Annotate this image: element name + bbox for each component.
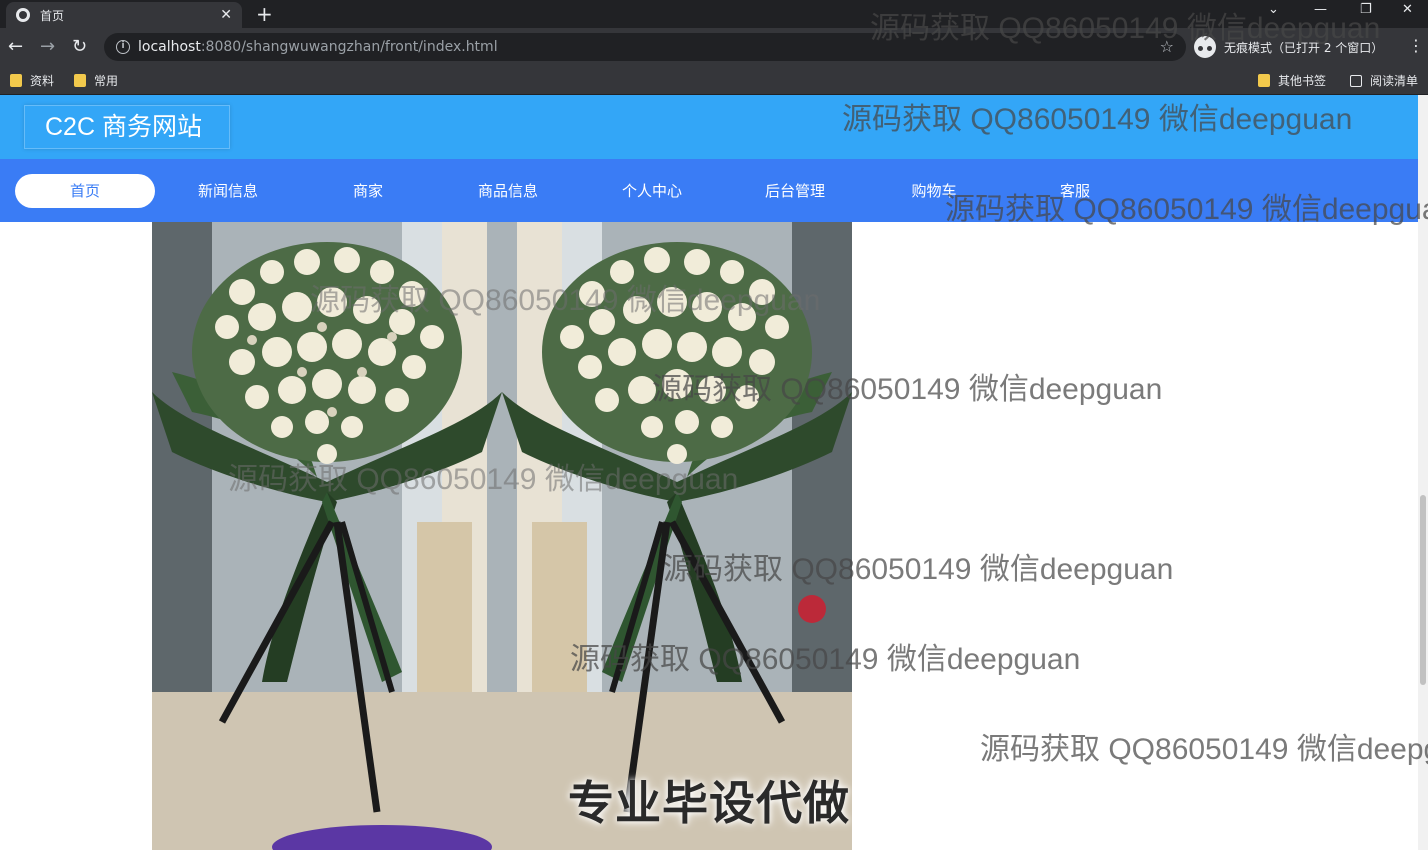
nav-products[interactable]: 商品信息 <box>438 174 578 208</box>
watermark-text: 源码获取 QQ86050149 微信deepguan <box>570 643 1081 676</box>
browser-menu-icon[interactable]: ⋮ <box>1408 36 1424 55</box>
close-window-button[interactable]: ✕ <box>1402 2 1413 17</box>
new-tab-button[interactable]: + <box>256 2 273 26</box>
globe-icon <box>16 8 30 22</box>
watermark-text: 源码获取 QQ86050149 微信deepguan <box>870 12 1381 45</box>
folder-icon <box>10 74 22 87</box>
nav-profile[interactable]: 个人中心 <box>582 174 722 208</box>
watermark-text: 源码获取 QQ86050149 微信deepguan <box>980 733 1428 766</box>
banner-caption: 专业毕设代做 <box>568 776 850 830</box>
close-tab-icon[interactable]: ✕ <box>220 7 232 23</box>
nav-home[interactable]: 首页 <box>15 174 155 208</box>
scrollbar-thumb[interactable] <box>1420 495 1426 685</box>
tab-title: 首页 <box>40 8 65 23</box>
watermark-text: 源码获取 QQ86050149 微信deepguan <box>663 553 1174 586</box>
nav-merchants[interactable]: 商家 <box>298 174 438 208</box>
watermark-text: 源码获取 QQ86050149 微信deepguan <box>842 103 1353 136</box>
site-info-icon[interactable]: i <box>116 40 130 54</box>
bookmark-label: 阅读清单 <box>1370 74 1419 88</box>
nav-admin[interactable]: 后台管理 <box>725 174 865 208</box>
bookmarks-bar: 资料 常用 其他书签 阅读清单 <box>0 66 1428 95</box>
bookmark-label: 常用 <box>94 74 119 88</box>
bookmark-folder-ziliao[interactable]: 资料 <box>10 72 54 89</box>
folder-icon <box>1258 74 1270 87</box>
reading-list[interactable]: 阅读清单 <box>1350 72 1418 89</box>
bookmark-folder-changyong[interactable]: 常用 <box>74 72 118 89</box>
bookmark-label: 资料 <box>30 74 55 88</box>
forward-button[interactable]: → <box>40 36 55 57</box>
mouse-cursor-highlight <box>798 595 826 623</box>
browser-tab[interactable]: 首页 ✕ <box>6 2 242 28</box>
bookmark-other[interactable]: 其他书签 <box>1258 72 1326 89</box>
folder-icon <box>74 74 86 87</box>
watermark-text: 源码获取 QQ86050149 微信deepguan <box>652 373 1163 406</box>
bookmark-label: 其他书签 <box>1278 74 1327 88</box>
reload-button[interactable]: ↻ <box>72 36 87 57</box>
reading-list-icon <box>1350 74 1362 87</box>
url-path: :8080/shangwuwangzhan/front/index.html <box>200 39 498 55</box>
back-button[interactable]: ← <box>8 36 23 57</box>
watermark-text: 源码获取 QQ86050149 微信deepguan <box>228 463 739 496</box>
site-brand[interactable]: C2C 商务网站 <box>24 105 230 149</box>
watermark-text: 源码获取 QQ86050149 微信deepguan <box>945 193 1428 226</box>
watermark-text: 源码获取 QQ86050149 微信deepguan <box>310 284 821 317</box>
url-host: localhost <box>138 39 201 55</box>
nav-news[interactable]: 新闻信息 <box>158 174 298 208</box>
